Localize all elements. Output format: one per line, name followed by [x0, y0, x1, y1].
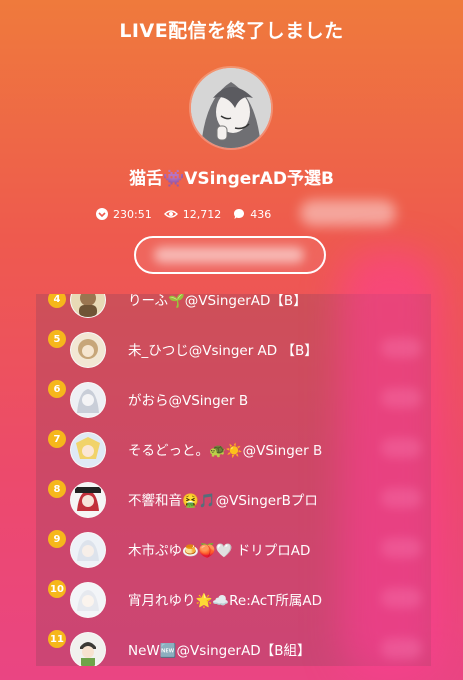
blurred-stat [300, 200, 396, 226]
comments-stat: 436 [233, 208, 271, 221]
streamer-avatar-image [191, 68, 271, 148]
views-stat: 12,712 [163, 207, 222, 221]
user-name: 不響和音🤮🎵@VSingerBプロ [128, 493, 318, 509]
user-avatar[interactable] [70, 582, 106, 618]
user-avatar-image [71, 433, 105, 467]
views-value: 12,712 [182, 207, 222, 221]
user-avatar[interactable] [70, 482, 106, 518]
user-avatar[interactable] [70, 532, 106, 568]
blurred-button-label [154, 247, 304, 263]
stream-stats: 230:51 12,712 436 [96, 206, 283, 222]
blurred-overlay [340, 250, 440, 680]
rank-badge: 8 [48, 480, 66, 498]
user-name: 木市ぷゆ🍮🍑🤍 ドリプロAD [128, 543, 311, 559]
rank-badge: 11 [48, 630, 66, 648]
user-avatar[interactable] [70, 332, 106, 368]
rank-badge: 5 [48, 330, 66, 348]
rank-badge: 9 [48, 530, 66, 548]
live-ended-title: LIVE配信を終了しました [119, 20, 344, 42]
chevron-down-icon [96, 208, 108, 220]
blurred-action-button[interactable] [134, 236, 326, 274]
user-avatar-image [71, 633, 105, 666]
duration-stat: 230:51 [96, 208, 152, 221]
user-avatar-image [71, 383, 105, 417]
user-avatar[interactable] [70, 632, 106, 666]
rank-badge: 6 [48, 380, 66, 398]
eye-icon [163, 210, 178, 218]
user-avatar-image [71, 333, 105, 367]
duration-value: 230:51 [113, 207, 152, 221]
user-name: NeW🆕@VsingerAD【B組】 [128, 643, 311, 659]
user-avatar-image [71, 483, 105, 517]
rank-badge: 4 [48, 294, 66, 308]
user-name: 未_ひつじ@Vsinger AD 【B】 [128, 343, 318, 359]
user-avatar-image [71, 294, 105, 317]
user-avatar[interactable] [70, 382, 106, 418]
comments-value: 436 [250, 207, 272, 221]
user-name: そるどっと。🐢☀️@VSinger B [128, 443, 323, 459]
rank-badge: 10 [48, 580, 66, 598]
rank-badge: 7 [48, 430, 66, 448]
streamer-name: 猫舌👾VSingerAD予選B [129, 169, 334, 189]
user-avatar[interactable] [70, 432, 106, 468]
comment-icon [234, 209, 245, 219]
user-avatar[interactable] [70, 294, 106, 318]
user-name: 宵月れゆり🌟☁️Re:AcT所属AD [128, 593, 323, 609]
user-avatar-image [71, 533, 105, 567]
streamer-avatar[interactable] [191, 68, 271, 148]
user-avatar-image [71, 583, 105, 617]
user-name: りーふ🌱@VSingerAD【B】 [128, 294, 307, 309]
user-name: がおら@VSinger B [128, 393, 249, 409]
